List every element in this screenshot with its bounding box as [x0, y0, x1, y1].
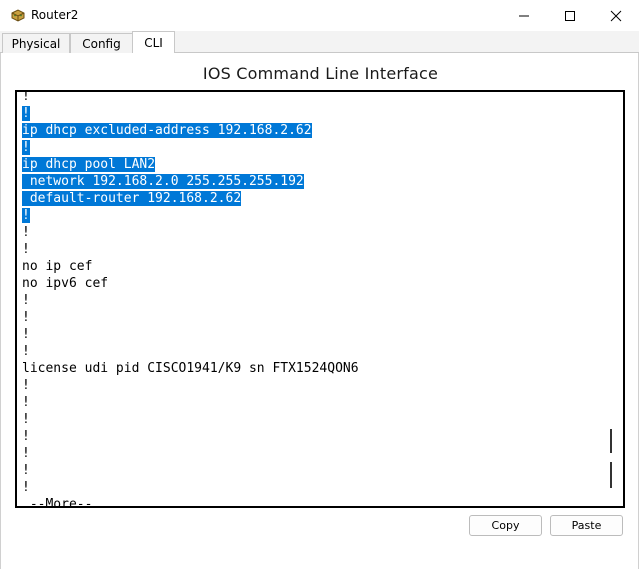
terminal-line-text: !	[22, 90, 30, 104]
terminal-line: !	[22, 241, 359, 258]
terminal-output: !! ip dhcp excluded-address 192.168.2.62!…	[22, 90, 359, 508]
terminal-line-text: no ip cef	[22, 259, 93, 274]
terminal-line-text: ip dhcp excluded-address 192.168.2.62	[22, 123, 312, 138]
terminal-line: !	[22, 309, 359, 326]
terminal-line-text: !	[22, 327, 30, 342]
scrollbar-thumb[interactable]	[610, 462, 612, 488]
title-bar: Router2	[0, 0, 639, 31]
terminal-line: license udi pid CISCO1941/K9 sn FTX1524Q…	[22, 360, 359, 377]
terminal-line: !	[22, 343, 359, 360]
terminal-line: !	[22, 445, 359, 462]
terminal-line: default-router 192.168.2.62	[22, 190, 359, 207]
terminal-line-text: !	[22, 208, 30, 223]
scrollbar-thumb[interactable]	[610, 429, 612, 453]
copy-button[interactable]: Copy	[469, 515, 542, 536]
terminal-line-text: !	[22, 293, 30, 308]
window-title: Router2	[31, 8, 79, 22]
terminal-line: !	[22, 428, 359, 445]
paste-button[interactable]: Paste	[550, 515, 623, 536]
terminal-line: !	[22, 90, 359, 105]
terminal-line-text: !	[22, 412, 30, 427]
terminal-line-text: !	[22, 480, 30, 495]
terminal-line: network 192.168.2.0 255.255.255.192	[22, 173, 359, 190]
terminal-line: !	[22, 411, 359, 428]
terminal-line-text: !	[22, 395, 30, 410]
terminal-line: !	[22, 394, 359, 411]
terminal-line: !	[22, 292, 359, 309]
terminal-line: no ipv6 cef	[22, 275, 359, 292]
maximize-icon	[564, 10, 576, 22]
terminal-line-text: no ipv6 cef	[22, 276, 109, 291]
terminal-line: !	[22, 105, 359, 122]
terminal-line: !	[22, 224, 359, 241]
terminal-line: ip dhcp pool LAN2	[22, 156, 359, 173]
terminal-line: !	[22, 377, 359, 394]
terminal-line: !	[22, 462, 359, 479]
tab-bar: Physical Config CLI	[0, 31, 639, 53]
cli-panel: IOS Command Line Interface !! ip dhcp exc…	[0, 53, 639, 569]
terminal-line: !	[22, 326, 359, 343]
terminal-line: !	[22, 207, 359, 224]
terminal-scrollbar[interactable]	[607, 92, 615, 506]
terminal-line-text: !	[22, 344, 30, 359]
tab-physical[interactable]: Physical	[2, 33, 70, 53]
terminal-line-text: !	[22, 429, 30, 444]
terminal-line-text: license udi pid CISCO1941/K9 sn FTX1524Q…	[22, 361, 359, 376]
terminal-line-text: ip dhcp pool LAN2	[22, 157, 156, 172]
terminal-line-text: --More--	[22, 497, 93, 508]
terminal-line-text: default-router 192.168.2.62	[22, 191, 242, 206]
terminal-line-text: !	[22, 242, 30, 257]
page-title: IOS Command Line Interface	[202, 64, 439, 83]
terminal-line-text: network 192.168.2.0 255.255.255.192	[22, 174, 304, 189]
tab-cli[interactable]: CLI	[132, 31, 175, 53]
terminal-line-text: !	[22, 446, 30, 461]
terminal-line-text: !	[22, 140, 30, 155]
close-icon	[610, 10, 622, 22]
maximize-button[interactable]	[547, 0, 593, 31]
terminal-line-text: !	[22, 310, 30, 325]
close-button[interactable]	[593, 0, 639, 31]
terminal-line-text: !	[22, 225, 30, 240]
minimize-icon	[518, 10, 530, 22]
tab-config[interactable]: Config	[70, 33, 133, 53]
terminal-line: no ip cef	[22, 258, 359, 275]
terminal-line: ip dhcp excluded-address 192.168.2.62	[22, 122, 359, 139]
terminal-line: !	[22, 479, 359, 496]
terminal-line: --More--	[22, 496, 359, 508]
terminal-line-text: !	[22, 378, 30, 393]
cli-terminal[interactable]: !! ip dhcp excluded-address 192.168.2.62!…	[15, 90, 625, 508]
terminal-line-text: !	[22, 463, 30, 478]
terminal-line-text: !	[22, 106, 30, 121]
minimize-button[interactable]	[501, 0, 547, 31]
router-icon	[10, 7, 26, 23]
terminal-line: !	[22, 139, 359, 156]
